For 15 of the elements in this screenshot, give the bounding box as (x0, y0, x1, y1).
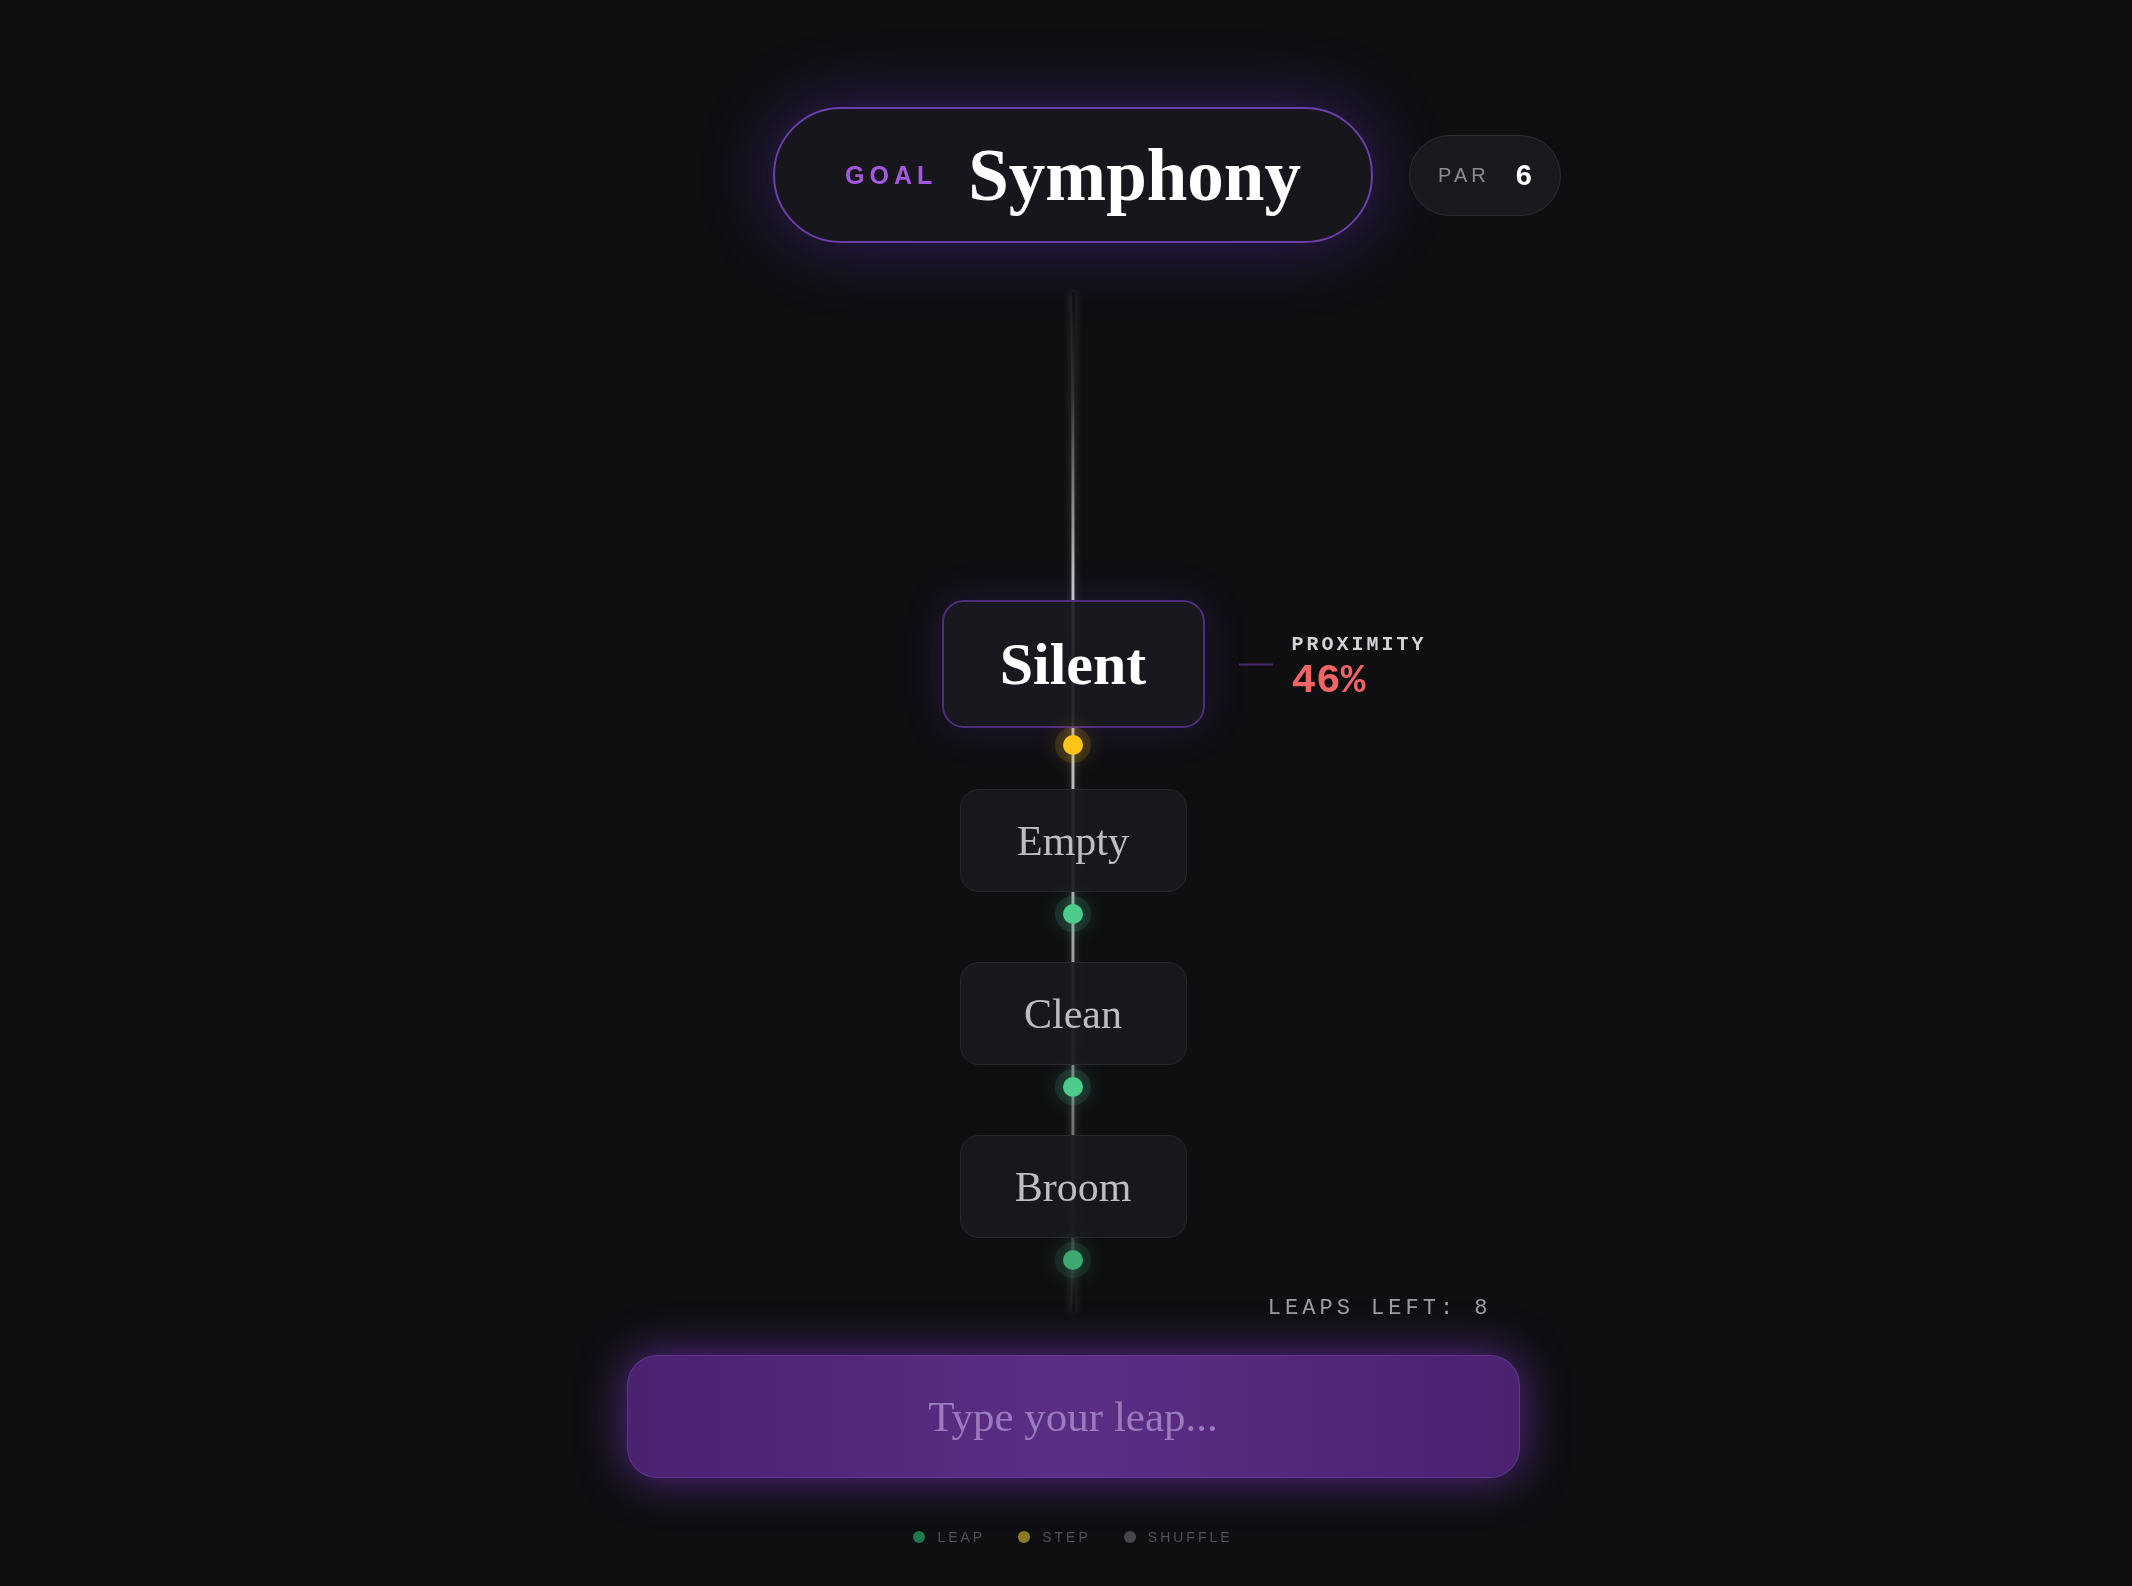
legend-label: SHUFFLE (1147, 1530, 1233, 1544)
legend-label: STEP (1042, 1530, 1091, 1544)
legend-label: LEAP (937, 1530, 986, 1544)
word-card: Clean (959, 962, 1187, 1065)
connector-line (1238, 663, 1273, 665)
word-card: Broom (959, 1135, 1187, 1238)
proximity-value: 46% (1291, 660, 1367, 702)
goal-label: GOAL (845, 162, 938, 188)
par-label: PAR (1438, 165, 1490, 185)
par-value: 6 (1515, 160, 1532, 190)
proximity-label: PROXIMITY (1291, 634, 1427, 655)
leaps-left-counter: LEAPS LEFT: 8 (1267, 1298, 1492, 1320)
word-card: Empty (959, 789, 1187, 892)
leap-input[interactable]: Type your leap... (626, 1355, 1520, 1478)
word-card: Silent (941, 600, 1205, 728)
